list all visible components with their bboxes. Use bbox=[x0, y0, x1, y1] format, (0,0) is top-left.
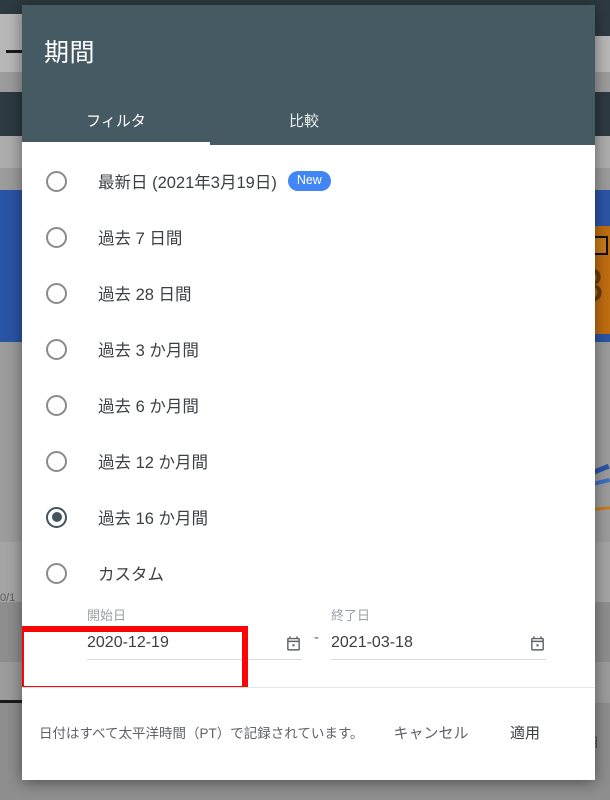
background-text-fragment: 0/1 bbox=[0, 592, 16, 604]
start-date-value: 2020-12-19 bbox=[87, 634, 169, 651]
dialog-body: 最新日 (2021年3月19日) New 過去 7 日間 過去 28 日間 過去… bbox=[22, 145, 595, 687]
end-date-value: 2021-03-18 bbox=[331, 634, 413, 651]
radio-icon[interactable] bbox=[46, 338, 67, 360]
timezone-note: 日付はすべて太平洋時間（PT）で記録されています。 bbox=[39, 726, 364, 742]
custom-date-range: 開始日 2020-12-19 - 終了日 2021-03-18 bbox=[22, 601, 595, 660]
new-badge: New bbox=[287, 171, 331, 191]
radio-icon[interactable] bbox=[46, 450, 67, 472]
end-date-field[interactable]: 終了日 2021-03-18 bbox=[331, 605, 546, 660]
start-date-label: 開始日 bbox=[87, 608, 127, 623]
radio-icon[interactable] bbox=[46, 562, 67, 584]
option-custom[interactable]: カスタム bbox=[22, 545, 595, 601]
tab-bar: フィルタ 比較 bbox=[22, 95, 595, 145]
radio-icon[interactable] bbox=[46, 394, 67, 416]
option-last-6-months[interactable]: 過去 6 か月間 bbox=[22, 377, 595, 433]
option-last-7-days[interactable]: 過去 7 日間 bbox=[22, 209, 595, 265]
apply-button[interactable]: 適用 bbox=[490, 723, 560, 745]
end-date-input[interactable]: 2021-03-18 bbox=[331, 634, 546, 660]
dialog-title: 期間 bbox=[44, 39, 96, 67]
option-label: 過去 28 日間 bbox=[98, 286, 192, 304]
option-label: 過去 16 か月間 bbox=[98, 510, 209, 528]
option-latest-day[interactable]: 最新日 (2021年3月19日) New bbox=[22, 153, 595, 209]
radio-icon[interactable] bbox=[46, 226, 67, 248]
date-range-dialog: 期間 フィルタ 比較 最新日 (2021年3月19日) New 過去 7 日間 … bbox=[22, 5, 595, 780]
option-label: 過去 3 か月間 bbox=[98, 342, 199, 360]
option-label: 過去 7 日間 bbox=[98, 230, 183, 248]
radio-icon-selected[interactable] bbox=[46, 506, 67, 528]
tab-filter-label: フィルタ bbox=[86, 112, 146, 130]
tab-filter[interactable]: フィルタ bbox=[22, 95, 210, 145]
end-date-label: 終了日 bbox=[331, 608, 371, 623]
date-range-separator: - bbox=[314, 629, 319, 646]
option-last-16-months[interactable]: 過去 16 か月間 bbox=[22, 489, 595, 545]
option-last-28-days[interactable]: 過去 28 日間 bbox=[22, 265, 595, 321]
start-date-input[interactable]: 2020-12-19 bbox=[87, 634, 302, 660]
option-label: 過去 12 か月間 bbox=[98, 454, 209, 472]
calendar-icon[interactable] bbox=[285, 635, 302, 652]
option-label: カスタム bbox=[98, 566, 164, 584]
option-last-3-months[interactable]: 過去 3 か月間 bbox=[22, 321, 595, 377]
start-date-field[interactable]: 開始日 2020-12-19 bbox=[87, 605, 302, 660]
tab-compare-label: 比較 bbox=[288, 112, 319, 130]
option-label: 過去 6 か月間 bbox=[98, 398, 199, 416]
dialog-header: 期間 フィルタ 比較 bbox=[22, 5, 595, 145]
dialog-footer: 日付はすべて太平洋時間（PT）で記録されています。 キャンセル 適用 bbox=[22, 687, 595, 780]
tab-compare[interactable]: 比較 bbox=[210, 95, 398, 145]
cancel-button[interactable]: キャンセル bbox=[392, 723, 470, 745]
radio-icon[interactable] bbox=[46, 282, 67, 304]
calendar-icon[interactable] bbox=[529, 635, 546, 652]
radio-icon[interactable] bbox=[46, 170, 67, 192]
option-label: 最新日 (2021年3月19日) bbox=[98, 174, 277, 192]
option-last-12-months[interactable]: 過去 12 か月間 bbox=[22, 433, 595, 489]
